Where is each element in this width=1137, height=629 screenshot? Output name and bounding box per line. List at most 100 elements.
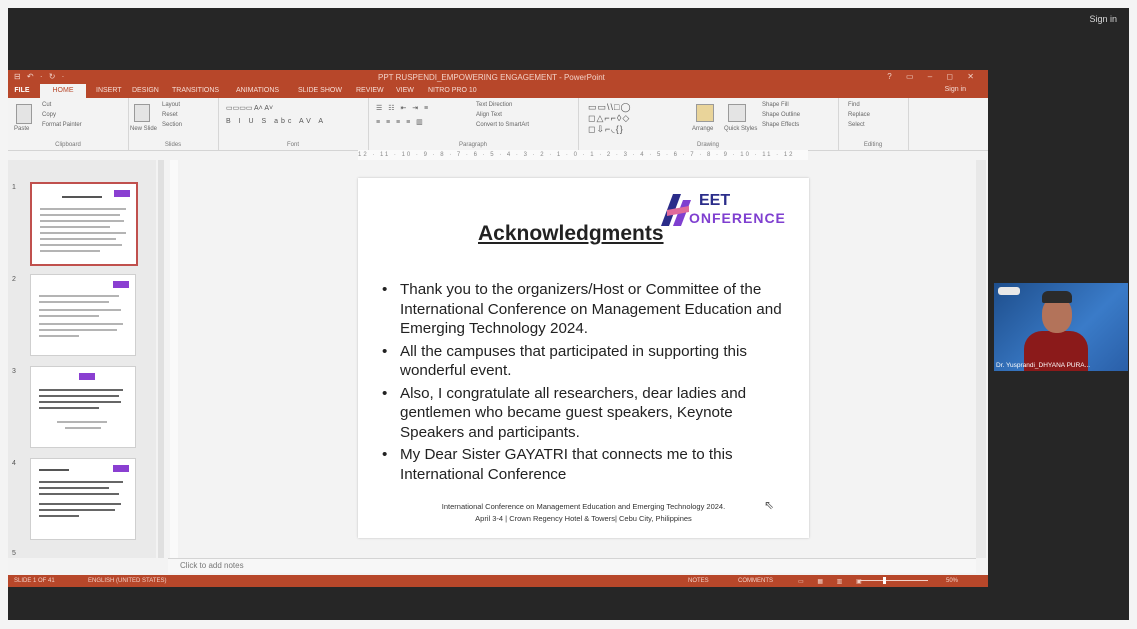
copy-button[interactable]: Copy: [42, 112, 56, 118]
group-label-paragraph: Paragraph: [458, 142, 488, 148]
meeting-window: Sign in ⊟ ↶ · ↻ · PPT RUSPENDI_EMPOWERIN…: [8, 8, 1129, 620]
quick-styles-button[interactable]: Quick Styles: [724, 126, 757, 132]
group-label-editing: Editing: [863, 142, 883, 148]
logo-text-bottom: ONFERENCE: [689, 210, 786, 226]
slides-group: New Slide Layout Reset Section Slides: [128, 98, 219, 150]
window-controls[interactable]: ? ▭ – ◻ ✕: [887, 72, 980, 81]
cut-button[interactable]: Cut: [42, 102, 51, 108]
editing-group: Find Replace Select Editing: [838, 98, 909, 150]
tab-nitro-pro[interactable]: NITRO PRO 10: [428, 87, 477, 94]
zoom-slider[interactable]: [858, 580, 928, 581]
thumbnail-number: 5: [12, 550, 16, 557]
align-text-button[interactable]: Align Text: [476, 112, 502, 118]
comments-toggle[interactable]: COMMENTS: [738, 578, 773, 584]
format-painter-button[interactable]: Format Painter: [42, 122, 82, 128]
title-bar: ⊟ ↶ · ↻ · PPT RUSPENDI_EMPOWERING ENGAGE…: [8, 70, 988, 84]
layout-button[interactable]: Layout: [162, 102, 180, 108]
participant-name: Dr. Yusprandi_DHYANA PURA...: [996, 362, 1091, 369]
slide-title[interactable]: Acknowledgments: [478, 222, 664, 246]
arrange-button[interactable]: Arrange: [692, 126, 713, 132]
status-bar: SLIDE 1 OF 41 ENGLISH (UNITED STATES) NO…: [8, 575, 988, 587]
tab-view[interactable]: VIEW: [396, 87, 414, 94]
paste-button[interactable]: Paste: [14, 126, 29, 132]
bullet-item[interactable]: • Thank you to the organizers/Host or Com…: [378, 280, 798, 339]
replace-button[interactable]: Replace: [848, 112, 870, 118]
convert-smartart-button[interactable]: Convert to SmartArt: [476, 122, 529, 128]
video-badge: [998, 287, 1020, 295]
tab-transitions[interactable]: TRANSITIONS: [172, 87, 219, 94]
bullet-item[interactable]: • Also, I congratulate all researchers, d…: [378, 384, 798, 443]
bullet-text: All the campuses that participated in su…: [400, 342, 747, 380]
horizontal-ruler: 12 · 11 · 10 · 9 · 8 · 7 · 6 · 5 · 4 · 3…: [358, 150, 808, 160]
powerpoint-window: ⊟ ↶ · ↻ · PPT RUSPENDI_EMPOWERING ENGAGE…: [8, 70, 988, 587]
group-label-drawing: Drawing: [696, 142, 719, 148]
tab-home[interactable]: HOME: [40, 84, 86, 98]
tab-slide-show[interactable]: SLIDE SHOW: [298, 87, 342, 94]
thumbnail-number: 2: [12, 276, 16, 283]
clipboard-group: Paste Cut Copy Format Painter Clipboard: [8, 98, 129, 150]
paste-icon[interactable]: [16, 104, 32, 124]
paragraph-group: ☰ ☷ ⇤ ⇥ ≡ ≡ ≡ ≡ ≡ ▥ Text Direction Align…: [368, 98, 579, 150]
arrange-icon[interactable]: [696, 104, 714, 122]
thumbnail-logo: [113, 281, 129, 288]
notes-pane[interactable]: Click to add notes: [168, 558, 976, 573]
bullet-list[interactable]: • Thank you to the organizers/Host or Com…: [378, 280, 798, 487]
slide-thumbnail-1[interactable]: [30, 182, 138, 266]
thumbnail-logo: [114, 190, 130, 197]
group-label-font: Font: [286, 142, 299, 148]
group-label-slides: Slides: [164, 142, 182, 148]
notes-placeholder[interactable]: Click to add notes: [180, 561, 244, 570]
slide-canvas[interactable]: EET ONFERENCE Acknowledgments • Thank you…: [358, 178, 809, 538]
shape-outline-button[interactable]: Shape Outline: [762, 112, 800, 118]
tab-file[interactable]: FILE: [8, 84, 36, 98]
thumbnail-scrollbar[interactable]: [158, 160, 164, 558]
logo-text-top: EET: [699, 192, 731, 209]
thumbnail-logo: [113, 465, 129, 472]
slide-thumbnail-4[interactable]: [30, 458, 136, 540]
slide-footer-line-2: April 3-4 | Crown Regency Hotel & Towers…: [475, 514, 692, 523]
zoom-level[interactable]: 50%: [946, 578, 958, 584]
bullet-glyph: •: [382, 446, 388, 463]
thumbnail-number: 1: [12, 184, 16, 191]
thumbnail-number: 3: [12, 368, 16, 375]
tab-animations[interactable]: ANIMATIONS: [236, 87, 279, 94]
quick-styles-icon[interactable]: [728, 104, 746, 122]
participant-video-tile[interactable]: Dr. Yusprandi_DHYANA PURA...: [994, 283, 1128, 371]
quick-access-toolbar[interactable]: ⊟ ↶ · ↻ ·: [14, 72, 66, 81]
ribbon: Paste Cut Copy Format Painter Clipboard …: [8, 98, 988, 151]
new-slide-button[interactable]: New Slide: [130, 126, 157, 132]
slide-thumbnail-3[interactable]: [30, 366, 136, 448]
slide-footer-line-1: International Conference on Management E…: [441, 502, 726, 511]
window-title: PPT RUSPENDI_EMPOWERING ENGAGEMENT - Pow…: [378, 73, 605, 82]
text-direction-button[interactable]: Text Direction: [476, 102, 512, 108]
bullet-glyph: •: [382, 384, 388, 402]
tab-design[interactable]: DESIGN: [132, 87, 159, 94]
section-button[interactable]: Section: [162, 122, 182, 128]
slide-thumbnail-2[interactable]: [30, 274, 136, 356]
shape-fill-button[interactable]: Shape Fill: [762, 102, 789, 108]
bullet-item[interactable]: • All the campuses that participated in s…: [378, 342, 798, 381]
office-sign-in-link[interactable]: Sign in: [945, 86, 966, 93]
bullet-glyph: •: [382, 342, 388, 360]
bullet-text: Also, I congratulate all researchers, de…: [400, 384, 747, 441]
bullet-item[interactable]: • My Dear Sister GAYATRI that connects me…: [378, 445, 798, 484]
thumbnail-number: 4: [12, 460, 16, 467]
select-button[interactable]: Select: [848, 122, 865, 128]
ribbon-tab-bar: FILE HOME INSERT DESIGN TRANSITIONS ANIM…: [8, 84, 988, 98]
new-slide-icon[interactable]: [134, 104, 150, 122]
language-indicator[interactable]: ENGLISH (UNITED STATES): [88, 578, 166, 584]
tab-insert[interactable]: INSERT: [96, 87, 122, 94]
meeting-sign-in-link[interactable]: Sign in: [1089, 14, 1117, 24]
conference-logo: EET ONFERENCE: [659, 190, 799, 234]
slide-thumbnail-pane[interactable]: 1 2 3 4 5: [8, 160, 156, 558]
font-group: ▭▭▭▭ A˄ A˅ B I U S abc AV A Font: [218, 98, 369, 150]
tab-review[interactable]: REVIEW: [356, 87, 384, 94]
reset-button[interactable]: Reset: [162, 112, 178, 118]
notes-toggle[interactable]: NOTES: [688, 578, 709, 584]
find-button[interactable]: Find: [848, 102, 860, 108]
slide-scrollbar[interactable]: [976, 160, 986, 558]
shapes-gallery[interactable]: ▭▭\\□◯ ◻△⌐⌐◊◇ ◻⇩⌐◟{}: [588, 102, 632, 135]
shape-effects-button[interactable]: Shape Effects: [762, 122, 799, 128]
zoom-slider-thumb[interactable]: [883, 577, 886, 584]
mouse-cursor-icon: ⇖: [764, 498, 775, 512]
